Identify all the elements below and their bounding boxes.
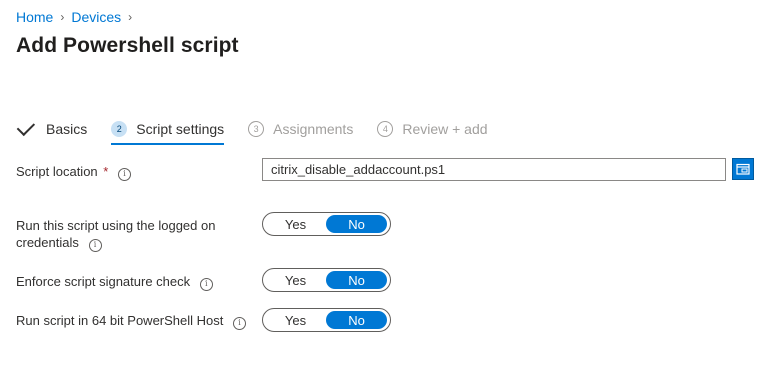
info-icon[interactable]: i — [233, 316, 246, 330]
toggle-yes-option[interactable]: Yes — [265, 215, 326, 233]
field-label-text: Run script in 64 bit PowerShell Host — [16, 313, 224, 328]
script-location-input[interactable]: citrix_disable_addaccount.ps1 — [262, 158, 726, 181]
step-review-add[interactable]: 4 Review + add — [377, 116, 488, 142]
run-as-logged-on-row: Run this script using the logged on cred… — [16, 217, 231, 252]
step-basics[interactable]: Basics — [16, 116, 88, 142]
step-label: Assignments — [273, 121, 354, 137]
step-label: Review + add — [402, 121, 488, 137]
page-title: Add Powershell script — [16, 34, 239, 57]
folder-open-icon — [736, 163, 750, 175]
info-icon[interactable]: i — [199, 277, 213, 291]
run-64bit-row: Run script in 64 bit PowerShell Host i — [16, 312, 261, 330]
browse-file-button[interactable] — [732, 158, 754, 180]
signature-check-toggle[interactable]: Yes No — [262, 268, 391, 292]
run-as-logged-on-label: Run this script using the logged on cred… — [16, 217, 231, 252]
breadcrumb-separator-icon: › — [60, 10, 65, 24]
step-number-badge: 3 — [248, 121, 265, 137]
add-powershell-script-page: Home › Devices › Add Powershell script B… — [0, 0, 768, 369]
field-label-text: Run this script using the logged on cred… — [16, 218, 216, 250]
run-64bit-toggle[interactable]: Yes No — [262, 308, 391, 332]
step-number-badge: 2 — [111, 121, 128, 137]
step-label: Basics — [46, 121, 88, 137]
field-label-text: Script location — [16, 164, 98, 179]
toggle-no-option[interactable]: No — [326, 271, 387, 289]
script-location-row: Script location * i — [16, 163, 261, 181]
wizard-steps: Basics 2 Script settings 3 Assignments 4… — [16, 116, 512, 145]
breadcrumb-home-link[interactable]: Home — [16, 9, 53, 25]
step-script-settings[interactable]: 2 Script settings — [111, 116, 225, 145]
breadcrumb-separator-icon: › — [128, 10, 133, 24]
required-marker: * — [103, 164, 109, 179]
run-64bit-label: Run script in 64 bit PowerShell Host i — [16, 312, 261, 330]
breadcrumb-devices-link[interactable]: Devices — [71, 9, 121, 25]
toggle-no-option[interactable]: No — [326, 311, 387, 329]
step-label: Script settings — [136, 121, 225, 137]
script-location-label: Script location * i — [16, 163, 261, 181]
toggle-yes-option[interactable]: Yes — [265, 311, 326, 329]
checkmark-icon — [16, 117, 36, 137]
step-assignments[interactable]: 3 Assignments — [248, 116, 353, 142]
field-label-text: Enforce script signature check — [16, 274, 191, 289]
signature-check-row: Enforce script signature check i — [16, 273, 261, 291]
step-number-badge: 4 — [377, 121, 394, 137]
signature-check-label: Enforce script signature check i — [16, 273, 261, 291]
info-icon[interactable]: i — [88, 238, 102, 252]
info-icon[interactable]: i — [117, 167, 131, 181]
toggle-yes-option[interactable]: Yes — [265, 271, 326, 289]
breadcrumb: Home › Devices › — [16, 9, 139, 25]
run-as-logged-on-toggle[interactable]: Yes No — [262, 212, 391, 236]
toggle-no-option[interactable]: No — [326, 215, 387, 233]
